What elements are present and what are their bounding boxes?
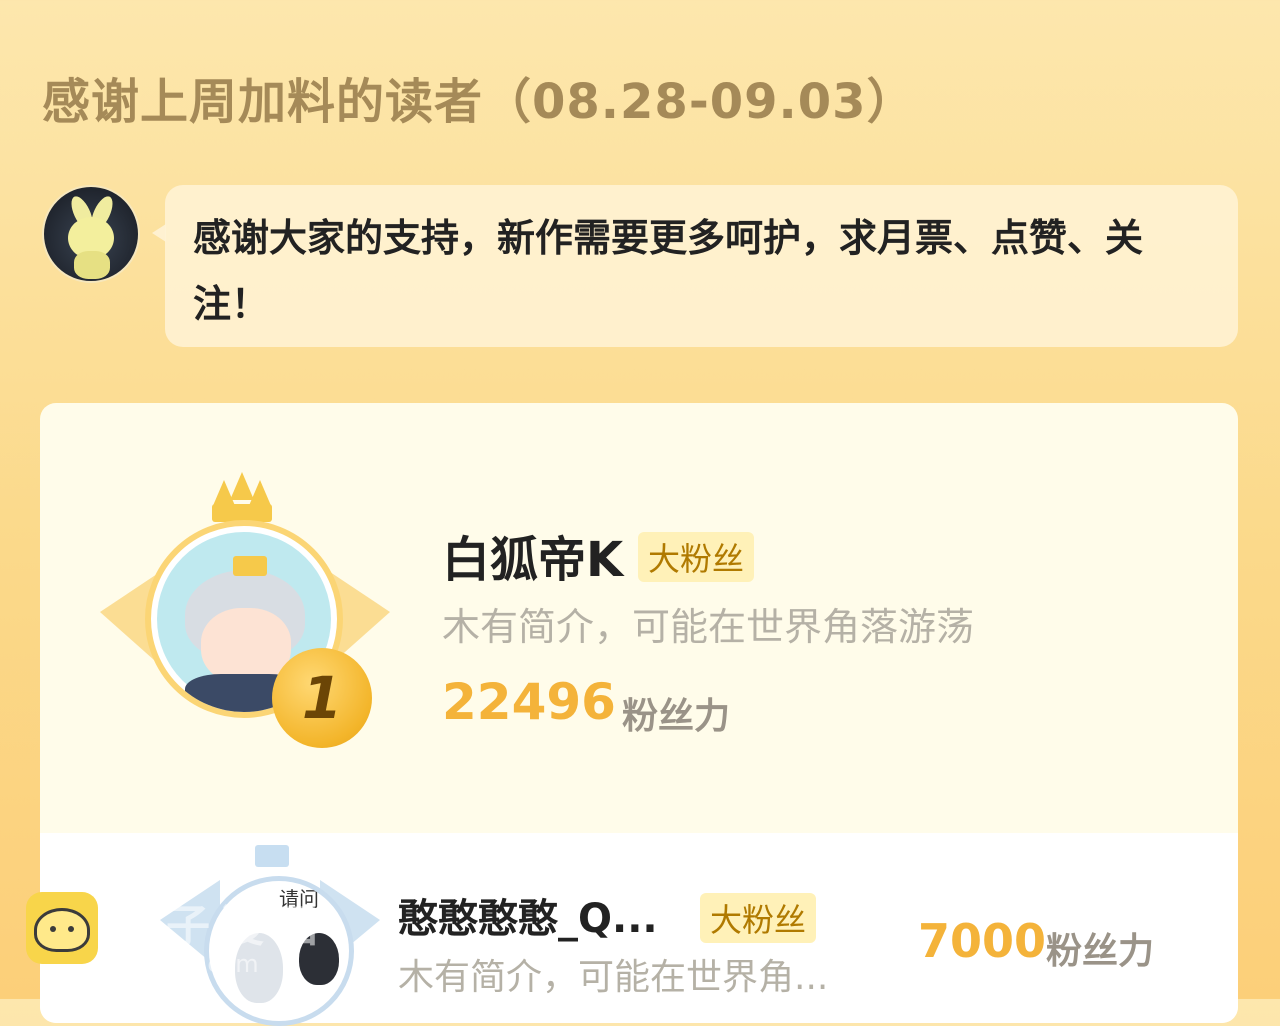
watermark-url: bozimh.com (112, 950, 259, 978)
author-avatar[interactable] (42, 185, 140, 283)
author-message: 感谢大家的支持，新作需要更多呵护，求月票、点赞、关注！ (165, 185, 1238, 347)
fan-name-1[interactable]: 白狐帝K (442, 520, 623, 590)
bun-logo-icon (26, 892, 98, 964)
rank-badge-1: 1 (272, 648, 372, 748)
fan-score-unit-1: 粉丝力 (622, 696, 731, 737)
bubble-tip (152, 224, 166, 242)
watermark-text: 包子漫画 (112, 901, 328, 952)
fan-score-1: 22496 (442, 673, 616, 731)
fan-bio-1: 木有简介，可能在世界角落游荡 (442, 605, 975, 649)
fan-bio-2: 木有简介，可能在世界角... (398, 957, 829, 998)
fan-score-2: 7000 (918, 914, 1047, 968)
crown-icon (255, 845, 289, 867)
fan-badge-1: 大粉丝 (638, 532, 755, 582)
page-title: 感谢上周加料的读者（08.28-09.03） (42, 74, 916, 130)
fan-badge-2: 大粉丝 (700, 893, 817, 943)
fan-name-2[interactable]: 憨憨憨憨_Q... (398, 886, 658, 944)
fan-score-unit-2: 粉丝力 (1046, 931, 1155, 972)
